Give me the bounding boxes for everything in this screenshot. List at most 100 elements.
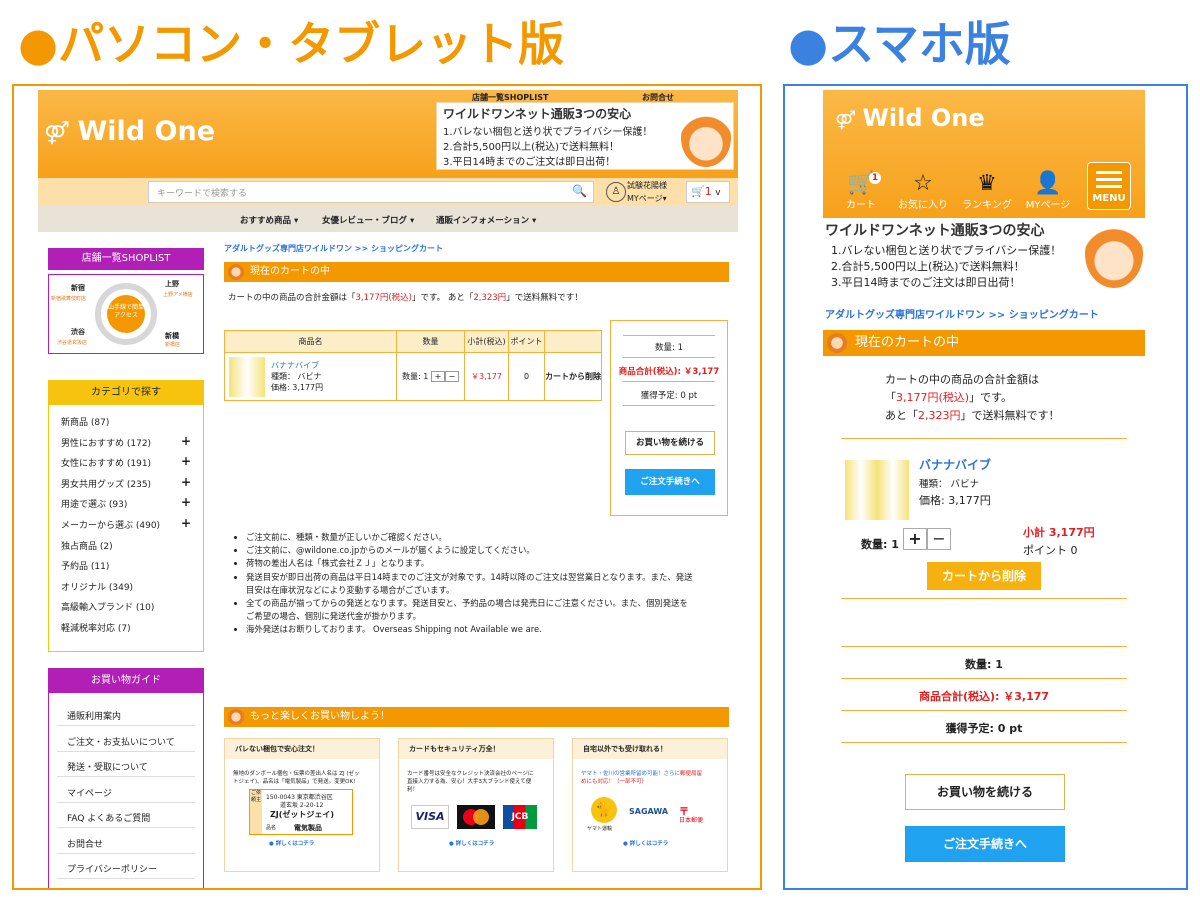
- sp-product-name[interactable]: バナナバイブ: [919, 456, 991, 473]
- label-item: 電気製品: [294, 824, 322, 832]
- privacy-box[interactable]: バレない梱包で安心注文！ 無地のダンボール梱包・伝票の差出人名は ZJ (ゼッ …: [224, 738, 380, 872]
- category-item[interactable]: 男性におすすめ (172): [61, 436, 151, 449]
- expand-plus-icon[interactable]: +: [181, 516, 191, 530]
- expand-plus-icon[interactable]: +: [181, 475, 191, 489]
- category-item[interactable]: オリジナル (349): [61, 580, 133, 593]
- privacy-text: 無地のダンボール梱包・伝票の差出人名は ZJ (ゼッ: [233, 771, 360, 777]
- sp-mypage-label: MYページ: [1025, 200, 1071, 211]
- guide-item[interactable]: ご注文・お支払いについて: [67, 735, 175, 748]
- card-more-link[interactable]: ● 詳しくはコチラ: [449, 839, 494, 847]
- category-item[interactable]: 女性におすすめ (191): [61, 456, 151, 469]
- category-item[interactable]: 高級輸入ブランド (10): [61, 600, 154, 613]
- guide-item[interactable]: 発送・受取について: [67, 760, 148, 773]
- sp-mypage-button[interactable]: 👤 MYページ: [1023, 172, 1073, 212]
- guide-item[interactable]: FAQ よくあるご質問: [67, 811, 150, 824]
- col-name: 商品名: [224, 330, 397, 353]
- sp-ranking-button[interactable]: ♛ ランキング: [959, 171, 1015, 212]
- sp-cart-label: カート: [846, 200, 876, 211]
- sp-banner[interactable]: ワイルドワンネット通販3つの安心 1.バレない梱包と送り状でプライバシー保護！ …: [823, 218, 1145, 290]
- qty-minus-button[interactable]: −: [444, 371, 459, 382]
- shoplist-heading[interactable]: 店舗一覧SHOPLIST: [48, 248, 204, 270]
- remove-button[interactable]: カートから削除: [544, 352, 602, 401]
- guide-divider: [57, 750, 195, 752]
- product-name[interactable]: バナナバイブ: [271, 360, 396, 371]
- more-title: もっと楽しくお買い物しよう！: [250, 711, 390, 722]
- sp-product-thumbnail[interactable]: [845, 460, 909, 520]
- pickup-text: めにも対応！（一部不可）: [581, 779, 648, 785]
- product-thumbnail[interactable]: [229, 357, 265, 397]
- sp-checkout-button[interactable]: ご注文手続きへ: [905, 826, 1065, 862]
- cart-button[interactable]: 🛒1 v: [686, 181, 730, 203]
- sp-continue-button[interactable]: お買い物を続ける: [905, 774, 1065, 810]
- continue-shopping-button[interactable]: お買い物を続ける: [625, 431, 715, 455]
- guide-divider: [57, 725, 195, 726]
- category-item[interactable]: 独占商品 (2): [61, 539, 113, 552]
- mascot-illustration: [681, 109, 731, 167]
- cart-title: 現在のカートの中: [250, 266, 330, 277]
- cart-count: 1: [704, 185, 712, 198]
- card-text: カード番号は安全なクレジット決済会社のページに: [407, 771, 534, 777]
- crown-icon: ♛: [977, 171, 997, 196]
- pickup-more-link[interactable]: ● 詳しくはコチラ: [623, 839, 668, 847]
- sp-banner-line: 1.バレない梱包と送り状でプライバシー保護！: [831, 244, 1062, 257]
- breadcrumb[interactable]: アダルトグッズ専門店ワイルドワン >> ショッピングカート: [224, 243, 443, 254]
- sp-remove-button[interactable]: カートから削除: [927, 562, 1041, 590]
- nav-review-blog[interactable]: 女優レビュー・ブログ ▾: [322, 214, 414, 226]
- sp-banner-line: 2.合計5,500円以上(税込)で送料無料！: [831, 260, 1025, 273]
- sp-logo[interactable]: ⚤ Wild One: [835, 104, 985, 132]
- nav-information[interactable]: 通販インフォメーション ▾: [436, 214, 536, 226]
- sp-breadcrumb[interactable]: アダルトグッズ専門店ワイルドワン >> ショッピングカート: [825, 306, 1099, 321]
- qty-plus-button[interactable]: +: [430, 371, 445, 382]
- sp-qty-label: 数量: 1: [861, 538, 899, 551]
- category-item[interactable]: メーカーから選ぶ (490): [61, 518, 160, 531]
- category-item[interactable]: 予約品 (11): [61, 559, 109, 572]
- guide-item[interactable]: マイページ: [67, 786, 112, 799]
- sp-version-heading: ●スマホ版: [788, 17, 1011, 71]
- expand-plus-icon[interactable]: +: [181, 434, 191, 448]
- note-item: 海外発送はお断りしております。 Overseas Shipping not Av…: [246, 623, 730, 636]
- note-item: 目安は在庫状況などにより変動する場合がございます。: [246, 584, 455, 595]
- row-points: 0: [508, 352, 545, 401]
- sp-qty-plus-button[interactable]: +: [903, 528, 927, 550]
- sp-points: ポイント 0: [1023, 544, 1078, 557]
- guide-item[interactable]: 通販利用案内: [67, 709, 121, 722]
- map-ueno[interactable]: 上野: [165, 279, 179, 289]
- user-name[interactable]: 試験花陽様: [627, 180, 667, 191]
- mypage-link[interactable]: MYページ▾: [627, 193, 667, 204]
- sp-menu-button[interactable]: MENU: [1087, 162, 1131, 210]
- category-item[interactable]: 用途で選ぶ (93): [61, 497, 127, 510]
- sp-summary-line1: カートの中の商品の合計金額は: [885, 373, 1039, 386]
- guide-item[interactable]: プライバシーポリシー: [67, 862, 157, 875]
- pickup-box[interactable]: 自宅以外でも受け取れる！ ヤマト・佐川の営業所留め可能！さらに郵便局留 めにも対…: [572, 738, 728, 872]
- map-shibuya[interactable]: 渋谷: [71, 327, 85, 337]
- pc-banner[interactable]: ワイルドワンネット通販3つの安心 1.バレない梱包と送り状でプライバシー保護！ …: [436, 102, 734, 170]
- expand-plus-icon[interactable]: +: [181, 495, 191, 509]
- sp-favorite-button[interactable]: ☆ お気に入り: [897, 172, 949, 212]
- checkout-button[interactable]: ご注文手続きへ: [625, 469, 715, 495]
- note-item: ご希望の場合、個別に発送代金が掛かります。: [246, 611, 422, 622]
- user-icon[interactable]: ♙: [606, 182, 626, 202]
- nav-recommended[interactable]: おすすめ商品 ▾: [240, 214, 298, 226]
- pickup-box-title: 自宅以外でも受け取れる！: [573, 739, 727, 759]
- card-text: 利！: [407, 787, 419, 793]
- map-shinbashi[interactable]: 新橋: [165, 331, 179, 341]
- banner-line: 2.合計5,500円以上(税込)で送料無料！: [443, 142, 619, 153]
- search-input[interactable]: キーワードで検索する 🔍: [148, 181, 594, 203]
- mascot-icon: [827, 333, 847, 353]
- cart-caret: v: [715, 188, 721, 198]
- mascot-icon: [228, 264, 244, 280]
- card-security-box[interactable]: カードもセキュリティ万全！ カード番号は安全なクレジット決済会社のページに 直接…: [398, 738, 554, 872]
- map-shinjuku[interactable]: 新宿: [71, 283, 85, 293]
- category-item[interactable]: 軽減税率対応 (7): [61, 621, 131, 634]
- search-icon[interactable]: 🔍: [572, 184, 587, 198]
- sp-cart-button[interactable]: 🛒 1 カート: [839, 172, 883, 211]
- logo[interactable]: ⚤ Wild One: [44, 116, 215, 147]
- shop-map[interactable]: 山手線で簡単アクセス 新宿 新宿歌舞伎町店 上野 上野アメ横店 渋谷 渋谷道玄坂…: [48, 274, 204, 354]
- guide-item[interactable]: お問合せ: [67, 837, 103, 850]
- sp-qty-minus-button[interactable]: −: [927, 528, 951, 550]
- privacy-more-link[interactable]: ● 詳しくはコチラ: [269, 839, 314, 847]
- category-item[interactable]: 男女共用グッズ (235): [61, 477, 151, 490]
- expand-plus-icon[interactable]: +: [181, 454, 191, 468]
- sp-subtotal: 小計 3,177円: [1023, 526, 1095, 539]
- category-item[interactable]: 新商品 (87): [61, 415, 109, 428]
